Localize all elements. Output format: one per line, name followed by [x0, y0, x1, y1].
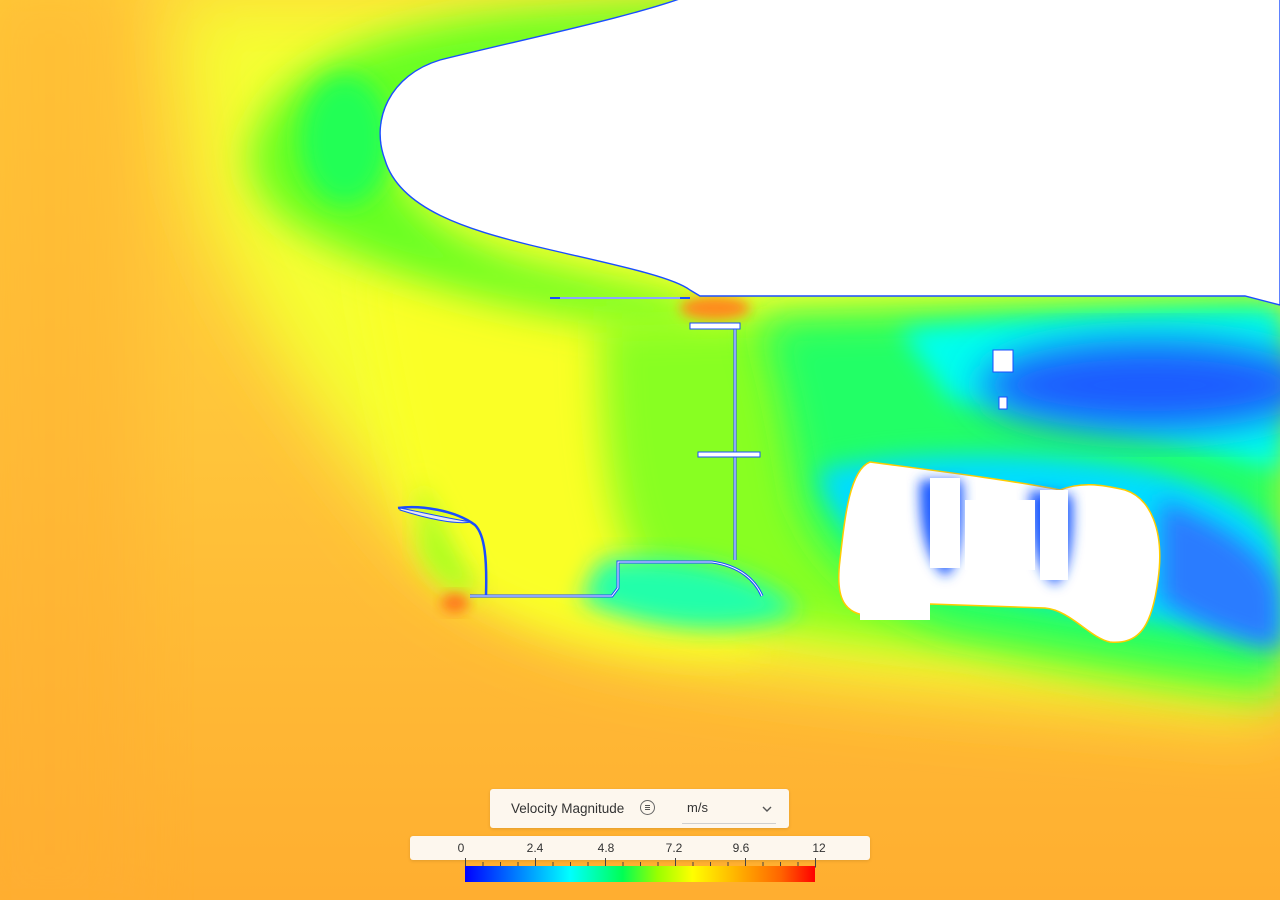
unit-value: m/s [687, 800, 708, 815]
simulation-viewport[interactable]: Velocity Magnitude m/s 0 2.4 4.8 7.2 9.6… [0, 0, 1280, 900]
color-scale-bar [465, 866, 815, 882]
scale-tick-label: 2.4 [526, 841, 544, 855]
velocity-contour-plot[interactable] [0, 0, 1280, 900]
chevron-down-icon [762, 806, 772, 812]
unit-dropdown[interactable]: m/s [682, 795, 776, 824]
list-menu-icon[interactable] [640, 800, 655, 815]
scale-tick-label: 12 [812, 841, 826, 855]
scale-tick-label: 0 [457, 841, 465, 855]
legend-header: Velocity Magnitude m/s [490, 789, 789, 828]
scale-tick-label: 7.2 [665, 841, 683, 855]
scale-tick-label: 9.6 [732, 841, 750, 855]
scale-tick-label: 4.8 [597, 841, 615, 855]
field-name-label: Velocity Magnitude [511, 801, 625, 816]
